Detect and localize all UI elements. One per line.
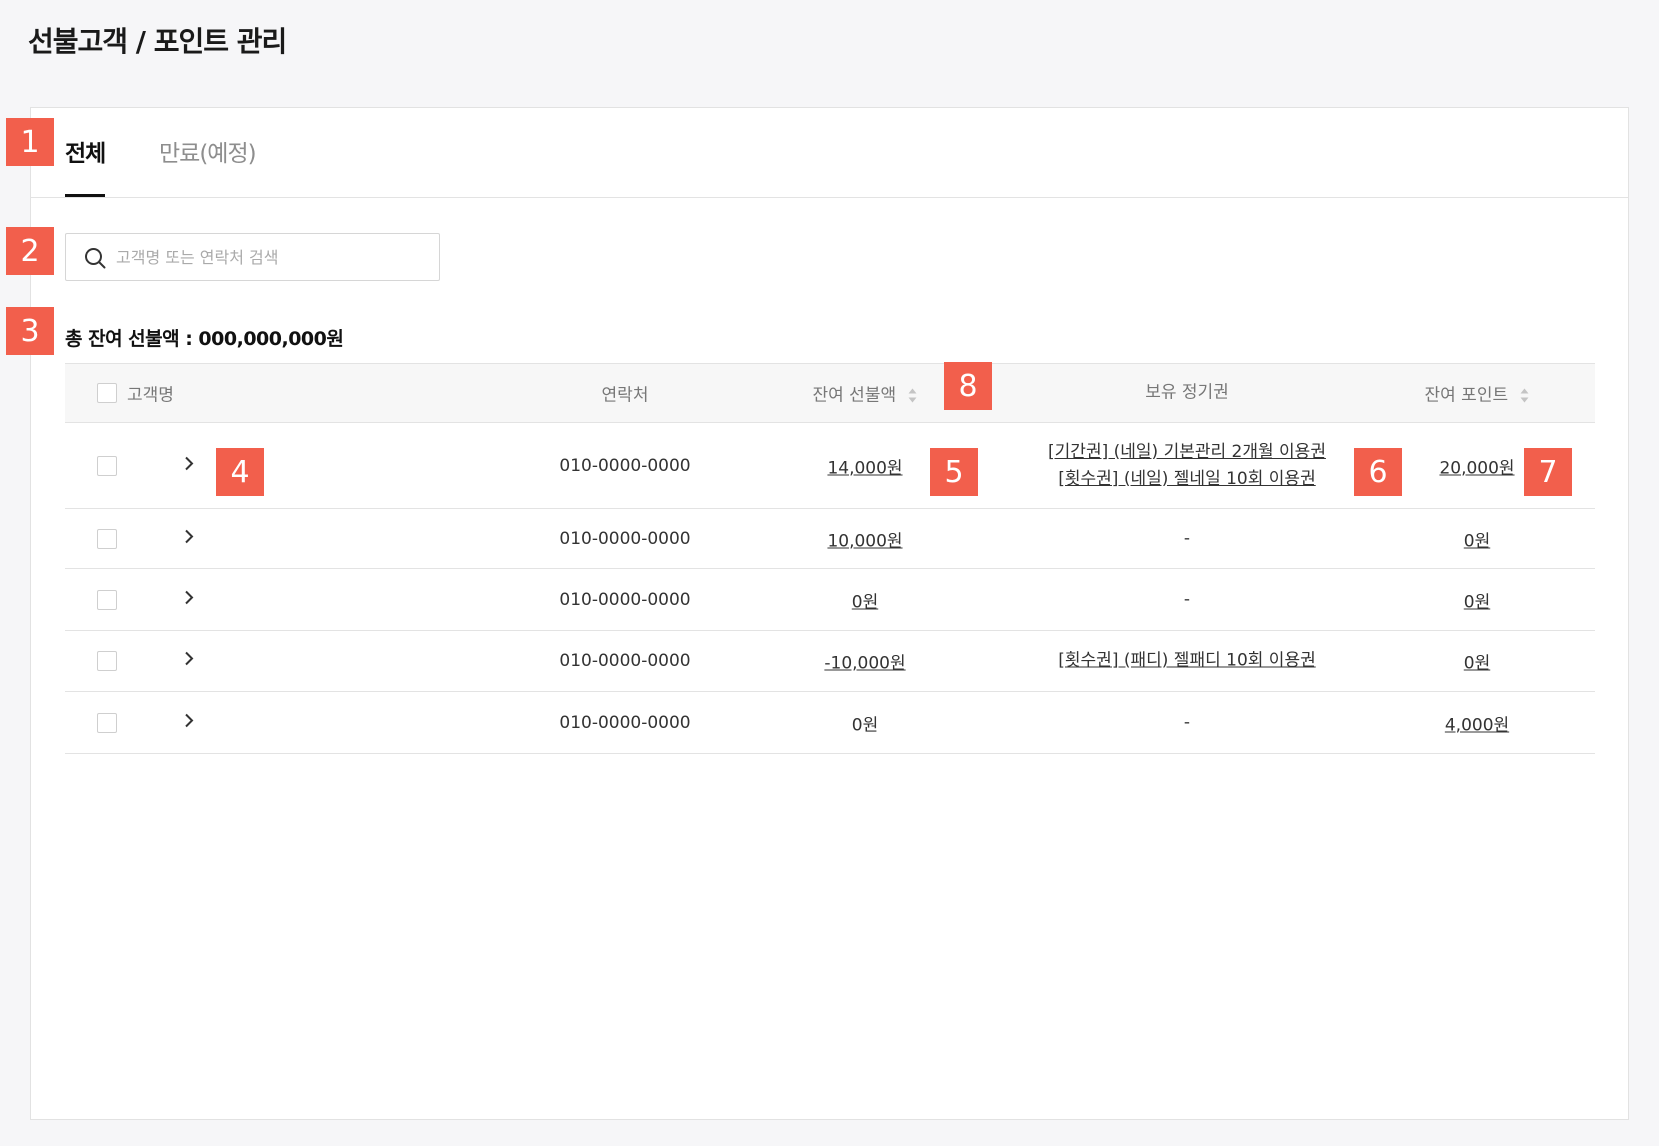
table-row[interactable]: 010-0000-0000 -10,000원 [횟수권] (패디) 젤패디 10회 …	[65, 631, 1595, 692]
table-row[interactable]: 010-0000-0000 10,000원 - 0원	[65, 509, 1595, 569]
expand-row-button[interactable]	[183, 712, 195, 733]
select-all-cell	[97, 383, 117, 403]
chevron-right-icon	[185, 713, 194, 727]
phone-number: 010-0000-0000	[559, 455, 691, 476]
pass-link[interactable]: [횟수권] (네일) 젤네일 10회 이용권	[1048, 466, 1326, 493]
annotation-marker: 2	[6, 227, 54, 275]
passes-cell: -	[1184, 525, 1190, 552]
pass-link[interactable]: [횟수권] (패디) 젤패디 10회 이용권	[1058, 648, 1315, 675]
select-all-checkbox[interactable]	[97, 383, 117, 403]
prepaid-balance[interactable]: -10,000원	[824, 649, 905, 674]
passes-cell: -	[1184, 709, 1190, 736]
tab-bar: 전체 만료(예정)	[31, 108, 1628, 198]
chevron-right-icon	[185, 529, 194, 543]
chevron-right-icon	[185, 456, 194, 470]
phone-number: 010-0000-0000	[559, 651, 691, 671]
points-balance[interactable]: 0원	[1464, 526, 1490, 551]
points-balance[interactable]: 20,000원	[1439, 453, 1514, 478]
annotation-marker: 8	[944, 362, 992, 410]
passes-cell: [기간권] (네일) 기본관리 2개월 이용권 [횟수권] (네일) 젤네일 10…	[1048, 439, 1326, 493]
passes-cell: -	[1184, 586, 1190, 613]
row-checkbox[interactable]	[97, 455, 117, 476]
empty-value: -	[1183, 589, 1191, 609]
total-prepaid-summary: 총 잔여 선불액 : 000,000,000원	[65, 328, 344, 350]
annotation-marker: 5	[930, 448, 978, 496]
row-checkbox-cell	[97, 528, 117, 549]
column-header-passes: 보유 정기권	[1145, 382, 1229, 403]
row-checkbox[interactable]	[97, 528, 117, 549]
chevron-right-icon	[185, 651, 194, 666]
row-checkbox[interactable]	[97, 589, 117, 610]
sort-icon[interactable]	[1520, 388, 1530, 404]
pass-link[interactable]: [기간권] (네일) 기본관리 2개월 이용권	[1048, 439, 1326, 466]
tab-expired[interactable]: 만료(예정)	[159, 134, 257, 194]
phone-number: 010-0000-0000	[559, 712, 691, 733]
sort-icon[interactable]	[908, 388, 918, 404]
expand-row-button[interactable]	[183, 528, 195, 549]
prepaid-balance[interactable]: 0원	[852, 587, 878, 612]
empty-value: -	[1183, 712, 1191, 732]
annotation-marker: 7	[1524, 448, 1572, 496]
annotation-marker: 4	[216, 448, 264, 496]
row-checkbox-cell	[97, 712, 117, 733]
chevron-right-icon	[185, 590, 194, 604]
search-icon	[85, 248, 106, 269]
table-row[interactable]: 010-0000-0000 0원 - 4,000원	[65, 692, 1595, 754]
passes-cell: [횟수권] (패디) 젤패디 10회 이용권	[1058, 648, 1315, 675]
row-checkbox-cell	[97, 651, 117, 671]
row-checkbox-cell	[97, 455, 117, 476]
search-input[interactable]	[116, 234, 426, 280]
column-header-name: 고객명	[127, 385, 174, 406]
table-header: 고객명 연락처 잔여 선불액 보유 정기권 잔여 포인트	[65, 363, 1595, 423]
search-box	[65, 233, 440, 281]
customer-table: 고객명 연락처 잔여 선불액 보유 정기권 잔여 포인트 010-0000-00…	[65, 363, 1595, 754]
empty-value: -	[1183, 528, 1191, 548]
column-header-phone: 연락처	[601, 385, 649, 406]
points-balance[interactable]: 4,000원	[1445, 710, 1509, 735]
annotation-marker: 1	[6, 118, 54, 166]
points-balance[interactable]: 0원	[1464, 587, 1490, 612]
column-header-prepaid[interactable]: 잔여 선불액	[812, 381, 917, 406]
phone-number: 010-0000-0000	[559, 589, 691, 610]
annotation-marker: 3	[6, 307, 54, 355]
prepaid-balance[interactable]: 14,000원	[827, 453, 902, 478]
tab-all[interactable]: 전체	[65, 134, 106, 197]
row-checkbox[interactable]	[97, 712, 117, 733]
expand-row-button[interactable]	[183, 651, 195, 672]
points-balance[interactable]: 0원	[1464, 649, 1490, 674]
expand-row-button[interactable]	[183, 589, 195, 610]
column-header-prepaid-label: 잔여 선불액	[812, 385, 897, 406]
main-panel: 전체 만료(예정) 총 잔여 선불액 : 000,000,000원 고객명 연락…	[30, 107, 1629, 1120]
table-row[interactable]: 010-0000-0000 0원 - 0원	[65, 569, 1595, 631]
page-title: 선불고객 / 포인트 관리	[28, 25, 287, 58]
row-checkbox[interactable]	[97, 651, 117, 671]
prepaid-balance[interactable]: 10,000원	[827, 526, 902, 551]
expand-row-button[interactable]	[183, 455, 195, 476]
column-header-points-label: 잔여 포인트	[1424, 385, 1509, 406]
annotation-marker: 6	[1354, 448, 1402, 496]
column-header-points[interactable]: 잔여 포인트	[1424, 381, 1529, 406]
prepaid-balance[interactable]: 0원	[852, 710, 878, 735]
phone-number: 010-0000-0000	[559, 528, 691, 549]
row-checkbox-cell	[97, 589, 117, 610]
